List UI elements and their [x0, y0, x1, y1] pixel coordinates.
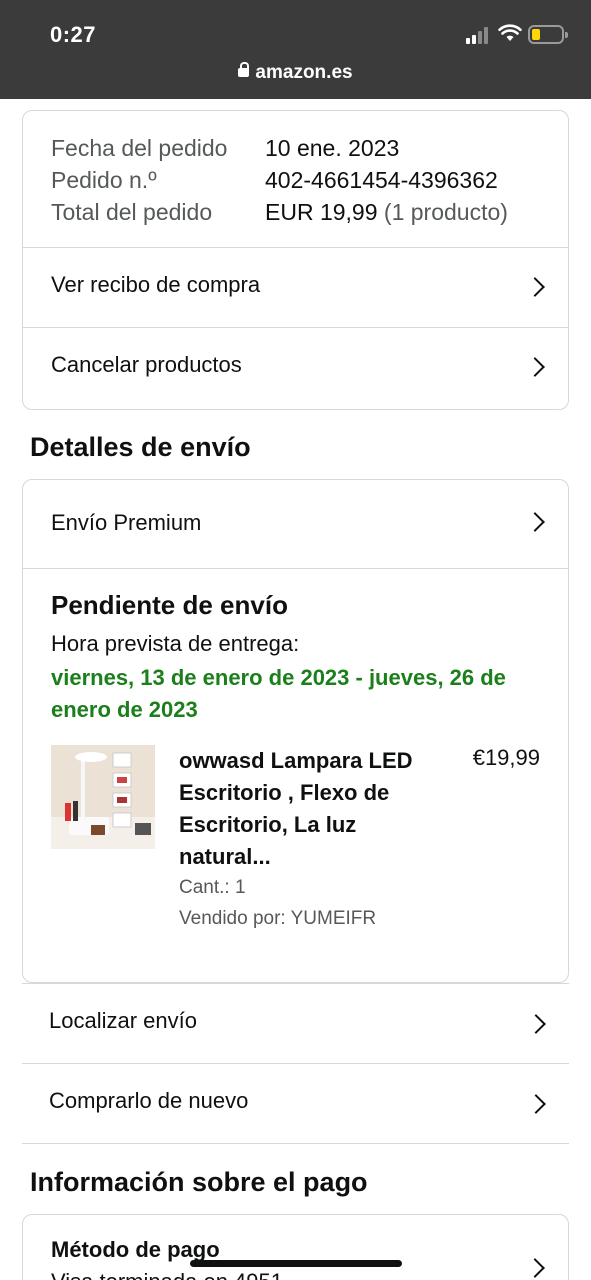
- url-text: amazon.es: [255, 62, 353, 83]
- eta-range: viernes, 13 de enero de 2023 - jueves, 2…: [51, 665, 506, 722]
- order-date-label: Fecha del pedido: [51, 135, 228, 161]
- battery-icon: [528, 25, 568, 44]
- product-quantity: Cant.: 1: [179, 877, 246, 898]
- cancel-products-label: Cancelar productos: [51, 352, 242, 377]
- view-receipt-label: Ver recibo de compra: [51, 272, 261, 297]
- wifi-icon: [498, 24, 522, 41]
- order-total-label: Total del pedido: [51, 199, 213, 225]
- browser-top-bar: 0:27 amazon.es: [0, 0, 591, 99]
- chevron-right-icon: [525, 277, 545, 297]
- order-summary-card: Fecha del pedido 10 ene. 2023 Pedido n.º…: [22, 110, 569, 410]
- shipping-method-label: Envío Premium: [51, 510, 202, 535]
- order-total-value: EUR 19,99 (1 producto): [265, 199, 508, 226]
- status-time: 0:27: [50, 22, 97, 47]
- payment-method-detail: Visa terminada en 4951: [51, 1269, 283, 1280]
- cellular-signal-icon: [466, 26, 488, 44]
- payment-method-card[interactable]: Método de pago Visa terminada en 4951: [22, 1214, 569, 1280]
- order-total-amount: EUR 19,99: [265, 199, 378, 225]
- shipment-card: Envío Premium Pendiente de envío Hora pr…: [22, 479, 569, 983]
- shipment-status: Pendiente de envío: [51, 590, 288, 620]
- buy-again-row[interactable]: Comprarlo de nuevo: [22, 1063, 569, 1144]
- track-shipment-label: Localizar envío: [49, 1008, 197, 1033]
- desk-lamp-image: [51, 745, 155, 849]
- chevron-right-icon: [525, 1258, 545, 1278]
- track-shipment-row[interactable]: Localizar envío: [22, 983, 569, 1064]
- url-bar[interactable]: amazon.es: [0, 62, 591, 84]
- order-date-value: 10 ene. 2023: [265, 135, 400, 161]
- home-indicator[interactable]: [190, 1260, 402, 1267]
- view-receipt-row[interactable]: Ver recibo de compra: [23, 247, 568, 327]
- product-title[interactable]: owwasd Lampara LED Escritorio , Flexo de…: [179, 745, 439, 873]
- order-number-value: 402-4661454-4396362: [265, 167, 498, 193]
- chevron-right-icon: [526, 1094, 546, 1114]
- lock-icon: [238, 62, 250, 77]
- cancel-products-row[interactable]: Cancelar productos: [23, 327, 568, 410]
- product-price: €19,99: [472, 745, 540, 770]
- buy-again-label: Comprarlo de nuevo: [49, 1088, 249, 1113]
- product-seller: Vendido por: YUMEIFR: [179, 908, 377, 929]
- divider: [22, 1143, 569, 1144]
- payment-section-title: Información sobre el pago: [30, 1167, 368, 1197]
- shipping-section-title: Detalles de envío: [30, 432, 251, 462]
- product-image[interactable]: [51, 745, 155, 849]
- order-total-count: (1 producto): [383, 199, 508, 225]
- chevron-right-icon: [525, 512, 545, 532]
- eta-label: Hora prevista de entrega:: [51, 631, 300, 656]
- chevron-right-icon: [525, 357, 545, 377]
- order-number-label: Pedido n.º: [51, 167, 157, 193]
- chevron-right-icon: [526, 1014, 546, 1034]
- shipping-method-row[interactable]: Envío Premium: [23, 480, 568, 568]
